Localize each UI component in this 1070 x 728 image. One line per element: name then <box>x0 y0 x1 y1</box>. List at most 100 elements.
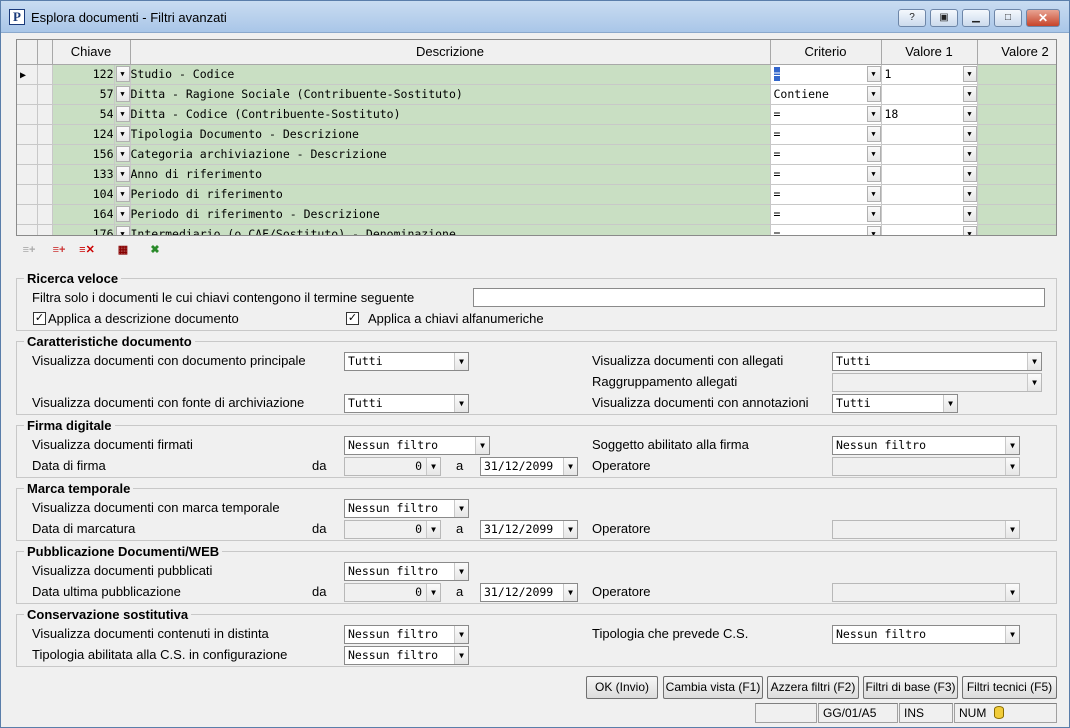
criterion-cell[interactable]: = ▼ <box>770 144 882 165</box>
value2-cell[interactable]: ▼ <box>977 84 1056 105</box>
key-dropdown[interactable]: ▼ <box>114 64 131 85</box>
notes-combo[interactable]: Tutti ▼ <box>832 394 958 413</box>
table-row[interactable]: 176 ▼ Intermediario (o CAF/Sostituto) - De… <box>17 224 1056 235</box>
sign-operator-combo[interactable]: ▼ <box>832 457 1020 476</box>
row-handle[interactable] <box>37 84 53 105</box>
pub-operator-combo[interactable]: ▼ <box>832 583 1020 602</box>
row-handle[interactable] <box>37 104 53 125</box>
screen-icon[interactable]: ▣ <box>930 9 958 27</box>
mark-to-combo[interactable]: 31/12/2099 ▼ <box>480 520 578 539</box>
row-selector[interactable] <box>17 124 38 145</box>
row-handle[interactable] <box>37 204 53 225</box>
header-description[interactable]: Descrizione <box>130 40 771 65</box>
key-dropdown[interactable]: ▼ <box>114 164 131 185</box>
signed-combo[interactable]: Nessun filtro ▼ <box>344 436 490 455</box>
value2-cell[interactable]: ▼ <box>977 64 1056 85</box>
pub-from-combo[interactable]: 0 ▼ <box>344 583 441 602</box>
value2-cell[interactable]: ▼ <box>977 204 1056 225</box>
value1-cell[interactable]: 1 ▼ <box>881 64 978 85</box>
quick-filter-input[interactable] <box>473 288 1045 307</box>
tech-filters-button[interactable]: Filtri tecnici (F5) <box>962 676 1057 699</box>
value1-cell[interactable]: 18 ▼ <box>881 104 978 125</box>
criterion-cell[interactable]: = ▼ <box>770 164 882 185</box>
key-dropdown[interactable]: ▼ <box>114 124 131 145</box>
attach-combo[interactable]: Tutti ▼ <box>832 352 1042 371</box>
row-handle[interactable] <box>37 144 53 165</box>
value2-cell[interactable]: ▼ <box>977 144 1056 165</box>
value2-cell[interactable]: ▼ <box>977 164 1056 185</box>
table-icon[interactable]: ▦ <box>112 241 134 259</box>
criterion-cell[interactable]: = ▼ <box>770 64 882 85</box>
row-handle[interactable] <box>37 184 53 205</box>
table-row[interactable]: 54 ▼ Ditta - Codice (Contribuente-Sostitut… <box>17 104 1056 125</box>
key-dropdown[interactable]: ▼ <box>114 144 131 165</box>
table-row[interactable]: 164 ▼ Periodo di riferimento - Descrizione… <box>17 204 1056 225</box>
sign-from-combo[interactable]: 0 ▼ <box>344 457 441 476</box>
pub-combo[interactable]: Nessun filtro ▼ <box>344 562 469 581</box>
list-combo[interactable]: Nessun filtro ▼ <box>344 625 469 644</box>
value1-cell[interactable]: ▼ <box>881 184 978 205</box>
value1-cell[interactable]: ▼ <box>881 124 978 145</box>
value1-cell[interactable]: ▼ <box>881 84 978 105</box>
mark-from-combo[interactable]: 0 ▼ <box>344 520 441 539</box>
table-row[interactable]: ▶122▼Studio - Codice=▼1▼▼ <box>17 64 1056 85</box>
reset-filters-button[interactable]: Azzera filtri (F2) <box>767 676 859 699</box>
row-handle[interactable] <box>37 224 53 235</box>
criterion-cell[interactable]: = ▼ <box>770 224 882 235</box>
pub-to-combo[interactable]: 31/12/2099 ▼ <box>480 583 578 602</box>
row-handle[interactable] <box>37 64 53 85</box>
table-row[interactable]: 104▼Periodo di riferimento=▼▼▼ <box>17 184 1056 205</box>
row-selector[interactable] <box>17 84 38 105</box>
apply-desc-checkbox[interactable]: ✓ <box>33 312 46 325</box>
header-criterion[interactable]: Criterio <box>770 40 882 65</box>
header-value1[interactable]: Valore 1 <box>881 40 978 65</box>
row-selector[interactable] <box>17 184 38 205</box>
header-key[interactable]: Chiave <box>52 40 131 65</box>
criterion-cell[interactable]: = ▼ <box>770 184 882 205</box>
table-row[interactable]: 133▼Anno di riferimento=▼▼▼ <box>17 164 1056 185</box>
close-button[interactable]: ✕ <box>1026 9 1060 27</box>
cfg-combo[interactable]: Nessun filtro ▼ <box>344 646 469 665</box>
sign-to-combo[interactable]: 31/12/2099 ▼ <box>480 457 578 476</box>
mark-operator-combo[interactable]: ▼ <box>832 520 1020 539</box>
delete-row-icon[interactable]: ≡✕ <box>76 241 98 259</box>
row-selector[interactable] <box>17 204 38 225</box>
criterion-cell[interactable]: = ▼ <box>770 204 882 225</box>
value1-cell[interactable]: ▼ <box>881 224 978 235</box>
value2-cell[interactable]: ▼ <box>977 184 1056 205</box>
row-handle[interactable] <box>37 124 53 145</box>
value1-cell[interactable]: ▼ <box>881 204 978 225</box>
key-dropdown[interactable]: ▼ <box>114 104 131 125</box>
value1-cell[interactable]: ▼ <box>881 164 978 185</box>
ok-button[interactable]: OK (Invio) <box>586 676 658 699</box>
export-excel-icon[interactable]: ✖ <box>144 241 166 259</box>
value1-cell[interactable]: ▼ <box>881 144 978 165</box>
cs-type-combo[interactable]: Nessun filtro ▼ <box>832 625 1020 644</box>
value2-cell[interactable]: ▼ <box>977 104 1056 125</box>
value2-cell[interactable]: ▼ <box>977 224 1056 235</box>
key-dropdown[interactable]: ▼ <box>114 224 131 235</box>
key-dropdown[interactable]: ▼ <box>114 184 131 205</box>
help-icon[interactable]: ? <box>898 9 926 27</box>
apply-keys-checkbox[interactable]: ✓ <box>346 312 359 325</box>
row-selector[interactable] <box>17 164 38 185</box>
row-selector[interactable] <box>17 104 38 125</box>
minimize-button[interactable]: ▁ <box>962 9 990 27</box>
change-view-button[interactable]: Cambia vista (F1) <box>663 676 763 699</box>
row-selector[interactable]: ▶ <box>17 64 38 85</box>
basic-filters-button[interactable]: Filtri di base (F3) <box>863 676 958 699</box>
criterion-cell[interactable]: Contiene ▼ <box>770 84 882 105</box>
filter-grid[interactable]: Chiave Descrizione Criterio Valore 1 Val… <box>16 39 1057 236</box>
row-selector[interactable] <box>17 144 38 165</box>
criterion-cell[interactable]: = ▼ <box>770 124 882 145</box>
maximize-button[interactable]: □ <box>994 9 1022 27</box>
table-row[interactable]: 57 ▼ Ditta - Ragione Sociale (Contribuente… <box>17 84 1056 105</box>
row-handle[interactable] <box>37 164 53 185</box>
row-selector[interactable] <box>17 224 38 235</box>
group-attach-combo[interactable]: ▼ <box>832 373 1042 392</box>
table-row[interactable]: 156 ▼ Categoria archiviazione - Descrizion… <box>17 144 1056 165</box>
subject-combo[interactable]: Nessun filtro ▼ <box>832 436 1020 455</box>
key-dropdown[interactable]: ▼ <box>114 84 131 105</box>
key-dropdown[interactable]: ▼ <box>114 204 131 225</box>
mark-combo[interactable]: Nessun filtro ▼ <box>344 499 469 518</box>
